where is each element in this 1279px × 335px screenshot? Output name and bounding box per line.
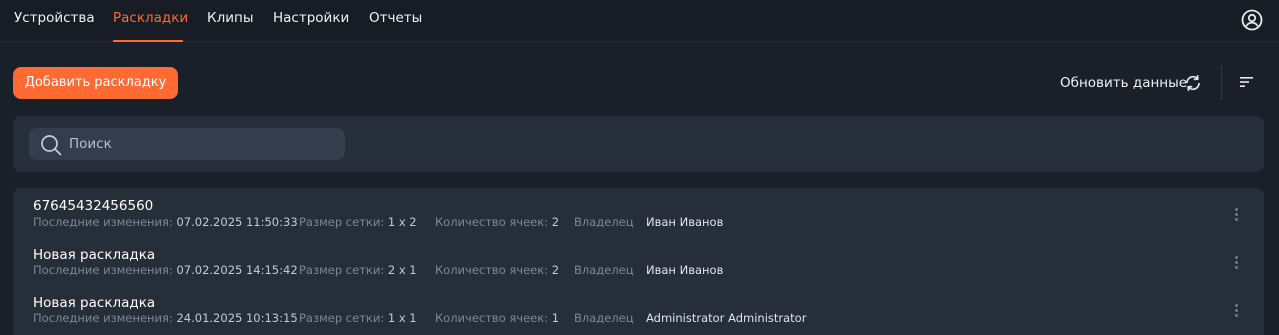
more-icon[interactable] [1231, 206, 1241, 226]
add-layout-button[interactable]: Добавить раскладку [13, 67, 178, 99]
layout-name: Новая раскладка [33, 295, 156, 311]
owner-name: Иван Иванов [646, 215, 724, 229]
sort-lines-icon[interactable] [1238, 74, 1256, 90]
layout-name: Новая раскладка [33, 247, 156, 263]
more-icon[interactable] [1231, 254, 1241, 274]
more-icon[interactable] [1231, 302, 1241, 322]
layout-row[interactable]: 67645432456560 Последние изменения: 07.0… [13, 196, 1264, 244]
owner-name: Иван Иванов [646, 263, 724, 277]
cell-count: Количество ячеек: 2 [435, 215, 560, 229]
search-icon [41, 135, 62, 156]
layout-row[interactable]: Новая раскладка Последние изменения: 07.… [13, 244, 1264, 292]
owner-label: Владелец [574, 215, 634, 229]
last-change: Последние изменения: 07.02.2025 11:50:33 [33, 215, 298, 229]
last-change: Последние изменения: 07.02.2025 14:15:42 [33, 263, 298, 277]
nav-tab-layouts[interactable]: Раскладки [113, 10, 188, 42]
nav-tab-reports[interactable]: Отчеты [369, 10, 422, 42]
layout-name: 67645432456560 [33, 198, 154, 214]
owner-label: Владелец [574, 311, 634, 325]
owner-label: Владелец [574, 263, 634, 277]
grid-size: Размер сетки: 1 x 2 [299, 215, 417, 229]
refresh-icon[interactable] [1183, 72, 1203, 94]
grid-size: Размер сетки: 1 x 1 [299, 311, 417, 325]
top-nav: Устройства Раскладки Клипы Настройки Отч… [0, 0, 1279, 42]
toolbar-divider [1221, 66, 1222, 100]
last-change: Последние изменения: 24.01.2025 10:13:15 [33, 311, 298, 325]
cell-count: Количество ячеек: 2 [435, 263, 560, 277]
user-circle-icon[interactable] [1240, 8, 1264, 32]
nav-tab-devices[interactable]: Устройства [14, 10, 95, 42]
refresh-data-button[interactable]: Обновить данные [1060, 71, 1187, 95]
grid-size: Размер сетки: 2 x 1 [299, 263, 417, 277]
search-input[interactable] [69, 128, 339, 160]
nav-tab-settings[interactable]: Настройки [273, 10, 349, 42]
cell-count: Количество ячеек: 1 [435, 311, 560, 325]
owner-name: Administrator Administrator [646, 311, 807, 325]
nav-tab-clips[interactable]: Клипы [207, 10, 253, 42]
layout-row[interactable]: Новая раскладка Последние изменения: 24.… [13, 292, 1264, 335]
